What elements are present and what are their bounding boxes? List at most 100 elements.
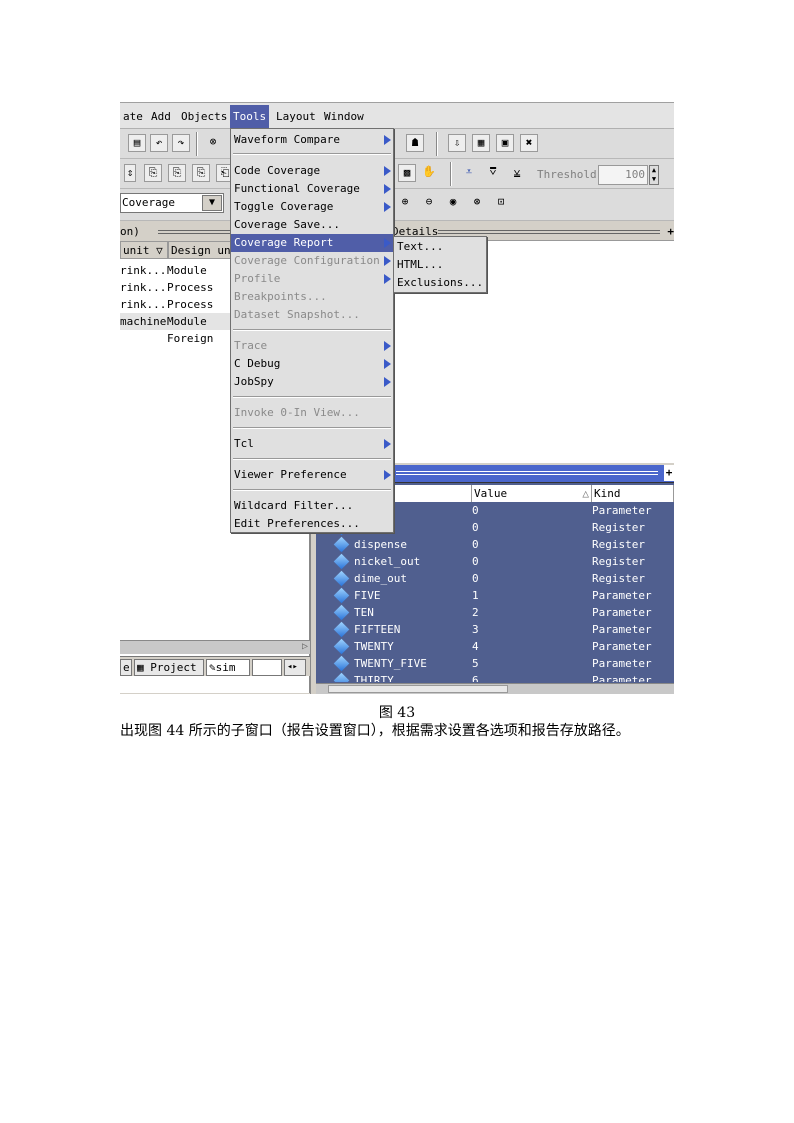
submenu-arrow-icon [384,202,391,212]
download-icon[interactable]: ⇩ [448,134,466,152]
object-kind: Register [592,555,645,568]
binoculars-icon[interactable]: ⊗ [204,134,222,152]
menu-item-toggle-coverage[interactable]: Toggle Coverage [231,198,393,216]
delete-icon[interactable]: ✖ [520,134,538,152]
redo-icon[interactable]: ↷ [172,134,190,152]
object-name: THIRTY [354,674,394,682]
object-kind: Parameter [592,606,652,619]
menu-simulate[interactable]: ate [120,108,146,126]
menu-tools[interactable]: Tools [230,105,270,128]
submenu-arrow-icon [384,377,391,387]
palette-icon[interactable]: ▩ [398,164,416,182]
tab-sim[interactable]: ✎sim [206,659,250,676]
column-unit[interactable]: unit ▽ [120,241,168,259]
table-row[interactable]: TWENTY_FIVE 5 Parameter [316,655,674,672]
table-row[interactable]: TWENTY 4 Parameter [316,638,674,655]
column-value[interactable]: Value △ [472,485,592,502]
submenu-item-text[interactable]: Text... [394,238,486,256]
submenu-arrow-icon [384,166,391,176]
project-icon: ▦ [137,661,144,674]
menu-item-invoke-0in-view: Invoke 0-In View... [234,406,360,419]
step-out-icon[interactable]: ⎘ [192,164,210,182]
menu-add[interactable]: Add [148,108,174,126]
submenu-arrow-icon [384,341,391,351]
menu-item-code-coverage[interactable]: Code Coverage [231,162,393,180]
row-type: Module [167,264,207,277]
tab-scroll-arrows-icon[interactable]: ◂▸ [284,659,306,676]
menu-item-coverage-save[interactable]: Coverage Save... [231,216,393,234]
menu-item-wildcard-filter[interactable]: Wildcard Filter... [231,497,393,515]
menu-window[interactable]: Window [321,108,367,126]
zoom-in-icon[interactable]: ⊕ [396,194,414,212]
wave-up-icon[interactable]: ⩢ [484,164,502,182]
zoom-cursor-icon[interactable]: ⊡ [492,194,510,212]
find-icon[interactable]: ☗ [406,134,424,152]
object-kind: Parameter [592,657,652,670]
menu-item-label: Trace [234,339,268,352]
hand-icon[interactable]: ✋ [420,164,438,182]
menu-item-waveform-compare[interactable]: Waveform Compare [231,131,393,149]
objects-horizontal-scrollbar[interactable] [316,683,674,694]
tab-project[interactable]: ▦ Project [134,659,204,676]
submenu-arrow-icon [384,359,391,369]
tab-library[interactable]: e [120,659,132,676]
menu-item-jobspy[interactable]: JobSpy [231,373,393,391]
zoom-full-icon[interactable]: ⊛ [468,194,486,212]
table-row[interactable]: FIFTEEN 3 Parameter [316,621,674,638]
horizontal-scrollbar[interactable]: ▷ [120,640,310,654]
menu-item-coverage-report[interactable]: Coverage Report [231,234,393,252]
menu-objects[interactable]: Objects [178,108,230,126]
wave-bottom-icon[interactable]: ⩡ [460,164,478,182]
expand-icon[interactable]: + [664,465,674,481]
menu-item-functional-coverage[interactable]: Functional Coverage [231,180,393,198]
toolbar-separator [436,132,438,156]
table-row[interactable]: THIRTY 6 Parameter [316,672,674,682]
menu-separator [233,153,391,155]
menu-item-coverage-configuration: Coverage Configuration [231,252,393,270]
menu-separator [233,489,391,491]
menu-item-viewer-preference[interactable]: Viewer Preference [231,466,393,484]
row-type: Process [167,298,214,311]
pane-grip[interactable] [438,230,660,234]
table-row[interactable]: dime_out 0 Register [316,570,674,587]
table-row[interactable]: nickel_out 0 Register [316,553,674,570]
menu-item-c-debug[interactable]: C Debug [231,355,393,373]
object-kind: Register [592,538,645,551]
table-row[interactable]: dispense 0 Register [316,536,674,553]
scroll-thumb[interactable] [328,685,508,693]
undo-icon[interactable]: ↶ [150,134,168,152]
object-value: 0 [472,572,479,585]
menu-item-label: Coverage Report [234,236,334,249]
tab-blank[interactable] [252,659,282,676]
threshold-input[interactable]: 100 [598,165,648,185]
scroll-right-icon[interactable]: ▷ [302,641,308,652]
spinner-icon[interactable]: ⇕ [124,164,136,182]
grid-icon[interactable]: ▦ [472,134,490,152]
column-kind[interactable]: Kind [592,485,674,502]
chip-icon[interactable]: ▣ [496,134,514,152]
table-row[interactable]: TEN 2 Parameter [316,604,674,621]
step-over-icon[interactable]: ⎘ [168,164,186,182]
zoom-out-icon[interactable]: ⊖ [420,194,438,212]
table-row[interactable]: FIVE 1 Parameter [316,587,674,604]
expand-icon[interactable]: + [667,223,674,241]
paste-icon[interactable]: ▤ [128,134,146,152]
object-kind: Parameter [592,623,652,636]
signal-icon [333,553,350,570]
chevron-down-icon[interactable]: ▼ [202,195,222,211]
threshold-spinner-icon[interactable]: ▲ ▼ [649,165,659,185]
menu-item-profile: Profile [231,270,393,288]
zoom-fit-icon[interactable]: ◉ [444,194,462,212]
pane-grip[interactable] [396,471,658,475]
submenu-item-exclusions[interactable]: Exclusions... [394,274,486,292]
workspace-tabs: e ▦ Project ✎sim ◂▸ [120,656,310,676]
submenu-item-html[interactable]: HTML... [394,256,486,274]
menu-item-tcl[interactable]: Tcl [231,435,393,453]
step-icon[interactable]: ⎘ [144,164,162,182]
menu-item-edit-preferences[interactable]: Edit Preferences... [231,515,393,533]
signal-icon [333,604,350,621]
menu-item-label: C Debug [234,357,281,370]
body-paragraph: 出现图 44 所示的子窗口（报告设置窗口），根据需求设置各选项和报告存放路径。 [120,723,630,739]
menu-layout[interactable]: Layout [273,108,319,126]
wave-down-icon[interactable]: ⩣ [508,164,526,182]
